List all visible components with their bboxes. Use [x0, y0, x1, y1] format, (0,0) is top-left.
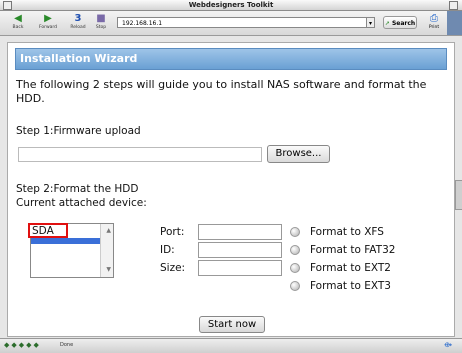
- format-ext3-label: Format to EXT3: [310, 280, 391, 292]
- window-titlebar: Webdesigners Toolkit: [0, 0, 462, 11]
- reload-label: Reload: [70, 25, 86, 30]
- browse-button[interactable]: Browse...: [267, 145, 330, 163]
- forward-button[interactable]: ▶ Forward: [36, 13, 60, 33]
- listbox-scrollbar[interactable]: ▲ ▼: [100, 224, 113, 277]
- sidebar-toggle-button[interactable]: [447, 11, 462, 35]
- address-dropdown-button[interactable]: ▾: [366, 17, 375, 28]
- back-icon: ◀: [14, 13, 22, 24]
- page-content: Installation Wizard The following 2 step…: [7, 42, 455, 337]
- forward-label: Forward: [38, 25, 58, 30]
- intro-text: The following 2 steps will guide you to …: [16, 78, 427, 105]
- wizard-title: Installation Wizard: [15, 48, 447, 70]
- format-ext3-radio[interactable]: [290, 281, 300, 291]
- id-field[interactable]: [198, 242, 282, 258]
- search-icon: ➚: [384, 20, 390, 27]
- id-label: ID:: [160, 244, 175, 256]
- status-text: Done: [60, 342, 74, 348]
- reload-icon: 3: [74, 13, 82, 24]
- format-ext2-radio[interactable]: [290, 263, 300, 273]
- browser-toolbar: ◀ Back ▶ Forward 3 Reload ■ Stop 192.168…: [0, 11, 462, 36]
- search-label: Search: [391, 20, 416, 27]
- window-title: Webdesigners Toolkit: [188, 1, 274, 9]
- print-icon: ⎙: [430, 13, 438, 24]
- scroll-down-icon[interactable]: ▼: [106, 266, 111, 273]
- side-collapse-tab[interactable]: [455, 180, 462, 210]
- status-icons: ◆◆◆◆◆: [4, 341, 41, 349]
- print-button[interactable]: ⎙ Print: [424, 13, 444, 33]
- format-fat32-label: Format to FAT32: [310, 244, 396, 256]
- format-fat32-radio[interactable]: [290, 245, 300, 255]
- print-label: Print: [428, 25, 440, 30]
- size-label: Size:: [160, 262, 186, 274]
- device-label: Current attached device:: [16, 197, 147, 209]
- list-item-device[interactable]: SDA: [28, 223, 68, 238]
- format-xfs-radio[interactable]: [290, 227, 300, 237]
- zoom-window-button[interactable]: [449, 1, 458, 10]
- stop-icon: ■: [96, 13, 106, 24]
- format-xfs-label: Format to XFS: [310, 226, 384, 238]
- stop-button[interactable]: ■ Stop: [89, 13, 113, 33]
- format-ext2-label: Format to EXT2: [310, 262, 391, 274]
- status-bar: ◆◆◆◆◆ Done ⟴: [0, 338, 462, 353]
- back-label: Back: [12, 25, 24, 30]
- size-field[interactable]: [198, 260, 282, 276]
- back-button[interactable]: ◀ Back: [6, 13, 30, 33]
- stop-label: Stop: [95, 25, 107, 30]
- step1-label: Step 1:Firmware upload: [16, 125, 141, 137]
- port-label: Port:: [160, 226, 185, 238]
- address-bar[interactable]: 192.168.16.1: [117, 17, 367, 28]
- forward-icon: ▶: [44, 13, 52, 24]
- start-now-button[interactable]: Start now: [199, 316, 265, 333]
- step2-label: Step 2:Format the HDD: [16, 183, 139, 195]
- search-button[interactable]: ➚ Search: [383, 16, 417, 29]
- list-selection-highlight: [31, 238, 101, 244]
- firmware-file-input[interactable]: [18, 147, 262, 162]
- security-icon[interactable]: ⟴: [444, 341, 452, 349]
- scroll-up-icon[interactable]: ▲: [106, 227, 111, 234]
- reload-button[interactable]: 3 Reload: [66, 13, 90, 33]
- port-field[interactable]: [198, 224, 282, 240]
